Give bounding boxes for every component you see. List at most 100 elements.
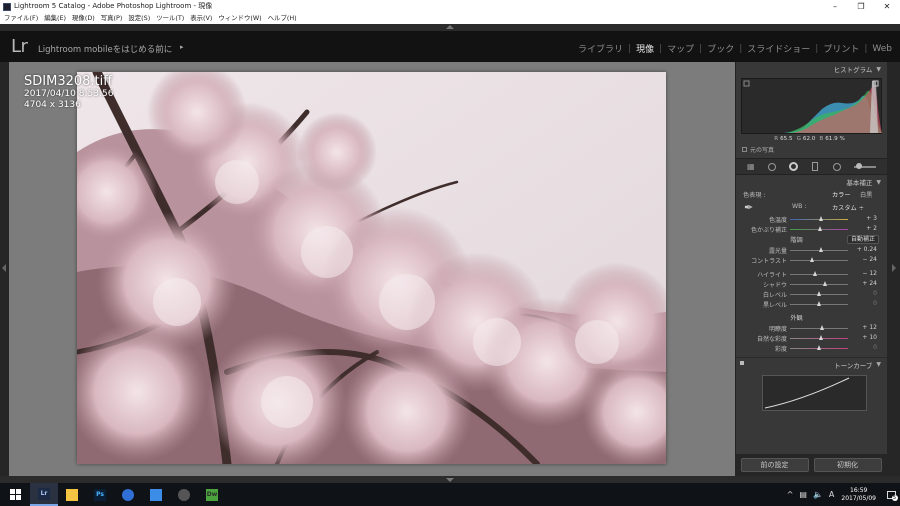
bottom-panel-toggle[interactable] — [0, 476, 900, 483]
loupe-view[interactable]: SDIM3208.tiff 2017/04/10 8:53:56 4704 x … — [9, 62, 735, 476]
slider-knob[interactable] — [817, 226, 822, 231]
highlights-slider[interactable]: ハイライト − 12 — [736, 269, 887, 279]
vibrance-slider[interactable]: 自然な彩度 + 10 — [736, 333, 887, 343]
eyedropper-icon[interactable]: ✒ — [744, 201, 753, 214]
blacks-value[interactable]: 0 — [873, 300, 877, 307]
panel-switch-icon[interactable] — [740, 361, 744, 365]
radial-filter-icon[interactable] — [832, 162, 842, 172]
right-panel-toggle[interactable] — [887, 62, 900, 476]
saturation-value[interactable]: 0 — [873, 344, 877, 351]
taskbar-app-lightroom[interactable]: Lr — [30, 483, 58, 506]
taskbar-app-photoshop[interactable]: Ps — [86, 483, 114, 506]
ime-indicator[interactable]: A — [829, 490, 834, 499]
original-photo-toggle[interactable]: 元の写真 — [736, 144, 887, 155]
slider-knob[interactable] — [819, 216, 824, 221]
module-print[interactable]: プリント — [823, 42, 859, 55]
taskbar-app-app-gray[interactable] — [170, 483, 198, 506]
clarity-slider[interactable]: 明瞭度 + 12 — [736, 323, 887, 333]
reset-button[interactable]: 初期化 — [813, 458, 882, 472]
menu-tools[interactable]: ツール(T) — [156, 13, 184, 24]
crop-grid-icon[interactable]: ▦ — [746, 162, 756, 172]
histogram-header[interactable]: ヒストグラム ▼ — [736, 62, 887, 76]
graduated-filter-icon[interactable] — [810, 162, 820, 172]
module-web[interactable]: Web — [872, 44, 892, 54]
slider-knob[interactable] — [819, 247, 824, 252]
tray-chevron-icon[interactable]: ^ — [787, 490, 794, 499]
slider-knob[interactable] — [816, 301, 821, 306]
shadows-slider[interactable]: シャドウ + 24 — [736, 279, 887, 289]
action-center-button[interactable]: 5 — [882, 483, 900, 506]
slider-knob[interactable] — [823, 281, 828, 286]
menu-file[interactable]: ファイル(F) — [4, 13, 38, 24]
slider-knob[interactable] — [813, 271, 818, 276]
menu-window[interactable]: ウィンドウ(W) — [218, 13, 261, 24]
adjustment-brush-icon[interactable] — [853, 162, 877, 172]
network-icon[interactable]: ▤ — [799, 490, 807, 499]
taskbar-app-browser-blue[interactable] — [114, 483, 142, 506]
previous-settings-button[interactable]: 前の設定 — [740, 458, 809, 472]
treatment-row: 色表現 : カラー 白黒 — [736, 189, 887, 200]
tint-slider[interactable]: 色かぶり補正 + 2 — [736, 224, 887, 234]
exposure-slider[interactable]: 露光量 + 0.24 — [736, 245, 887, 255]
slider-knob[interactable] — [819, 325, 824, 330]
temp-slider[interactable]: 色温度 + 3 — [736, 214, 887, 224]
checkbox-icon[interactable] — [742, 147, 747, 152]
volume-icon[interactable]: 🔈 — [813, 490, 823, 499]
contrast-value[interactable]: − 24 — [862, 256, 877, 263]
module-slideshow[interactable]: スライドショー — [747, 42, 810, 55]
slider-knob[interactable] — [819, 335, 824, 340]
blacks-slider[interactable]: 黒レベル 0 — [736, 299, 887, 309]
exposure-value[interactable]: + 0.24 — [857, 246, 877, 253]
menu-develop[interactable]: 現像(D) — [72, 13, 95, 24]
slider-track — [790, 260, 848, 261]
tint-value[interactable]: + 2 — [866, 225, 877, 232]
module-book[interactable]: ブック — [707, 42, 734, 55]
whites-slider[interactable]: 白レベル 0 — [736, 289, 887, 299]
clarity-value[interactable]: + 12 — [862, 324, 877, 331]
basic-header[interactable]: 基本補正 ▼ — [736, 175, 887, 189]
module-library[interactable]: ライブラリ — [578, 42, 623, 55]
minimize-icon[interactable]: – — [822, 0, 848, 13]
module-develop[interactable]: 現像 — [636, 42, 654, 55]
play-arrow-icon[interactable]: ▸ — [180, 43, 184, 51]
menu-view[interactable]: 表示(V) — [190, 13, 212, 24]
start-button[interactable] — [0, 483, 30, 506]
vibrance-value[interactable]: + 10 — [862, 334, 877, 341]
notification-icon: 5 — [886, 490, 898, 501]
taskbar-app-file-explorer[interactable] — [58, 483, 86, 506]
cherry-blossom-photo[interactable] — [77, 72, 666, 464]
slider-knob[interactable] — [809, 257, 814, 262]
treatment-bw[interactable]: 白黒 — [860, 190, 872, 199]
module-separator: | — [659, 43, 663, 54]
maximize-icon[interactable]: ❐ — [848, 0, 874, 13]
menu-settings[interactable]: 設定(S) — [128, 13, 150, 24]
clock[interactable]: 16:59 2017/05/09 — [841, 487, 876, 503]
top-panel-toggle[interactable] — [0, 24, 900, 31]
slider-knob[interactable] — [816, 345, 821, 350]
module-map[interactable]: マップ — [667, 42, 694, 55]
red-eye-icon[interactable] — [789, 162, 799, 172]
whites-value[interactable]: 0 — [873, 290, 877, 297]
tone-curve-graph[interactable] — [762, 375, 867, 411]
slider-knob[interactable] — [816, 291, 821, 296]
taskbar-app-dreamweaver[interactable]: Dw — [198, 483, 226, 506]
left-panel-toggle[interactable] — [0, 62, 9, 476]
close-icon[interactable]: ✕ — [874, 0, 900, 13]
saturation-slider[interactable]: 彩度 0 — [736, 343, 887, 353]
histogram-graph[interactable] — [741, 78, 882, 134]
highlights-value[interactable]: − 12 — [862, 270, 877, 277]
auto-tone-button[interactable]: 自動補正 — [846, 235, 879, 244]
spot-removal-icon[interactable] — [767, 162, 777, 172]
module-separator: | — [739, 43, 743, 54]
treatment-color[interactable]: カラー — [832, 190, 851, 199]
shadows-value[interactable]: + 24 — [862, 280, 877, 287]
contrast-slider[interactable]: コントラスト − 24 — [736, 255, 887, 265]
tone-curve-header[interactable]: トーンカーブ ▼ — [736, 357, 887, 371]
menu-photo[interactable]: 写真(P) — [101, 13, 123, 24]
menu-edit[interactable]: 編集(E) — [44, 13, 66, 24]
lightroom-mobile-link[interactable]: Lightroom mobileをはじめる前に — [38, 43, 172, 55]
temp-value[interactable]: + 3 — [866, 215, 877, 222]
wb-select[interactable]: カスタム ÷ — [832, 203, 864, 212]
taskbar-app-app-blue[interactable] — [142, 483, 170, 506]
menu-help[interactable]: ヘルプ(H) — [268, 13, 297, 24]
